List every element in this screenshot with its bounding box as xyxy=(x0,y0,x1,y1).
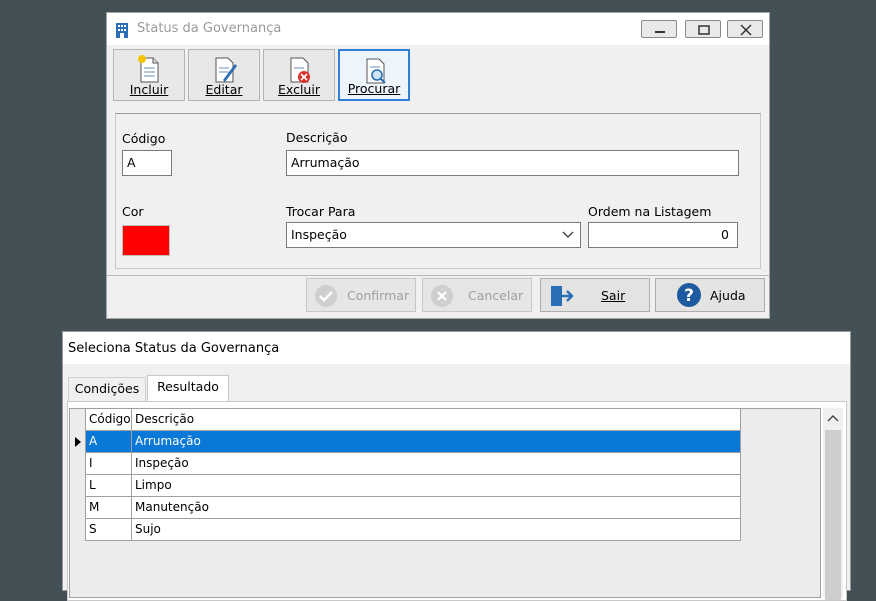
confirmar-label: Confirmar xyxy=(347,288,410,303)
help-icon: ? xyxy=(677,283,701,307)
cell-codigo[interactable]: L xyxy=(86,475,132,497)
cell-descricao[interactable]: Manutenção xyxy=(132,497,741,519)
row-indicator-header xyxy=(70,409,86,431)
maximize-button[interactable] xyxy=(685,20,721,38)
codigo-field[interactable]: A xyxy=(122,150,172,176)
edit-document-icon xyxy=(215,57,237,83)
select-window: Seleciona Status da Governança Condições… xyxy=(62,331,851,601)
window-title: Seleciona Status da Governança xyxy=(68,341,280,356)
descricao-field[interactable]: Arrumação xyxy=(286,150,739,176)
procurar-button[interactable]: Procurar xyxy=(338,49,410,101)
cell-codigo[interactable]: M xyxy=(86,497,132,519)
cell-descricao[interactable]: Inspeção xyxy=(132,453,741,475)
maximize-icon xyxy=(698,25,710,35)
tab-resultado[interactable]: Resultado xyxy=(147,375,229,402)
window-title: Status da Governança xyxy=(137,21,282,36)
cor-label: Cor xyxy=(122,204,144,219)
trocar-para-select[interactable]: Inspeção xyxy=(286,222,581,248)
check-circle-icon xyxy=(315,285,337,307)
divider xyxy=(107,275,769,276)
ajuda-button[interactable]: ? Ajuda xyxy=(655,278,765,312)
sair-label: Sair xyxy=(601,288,626,303)
ordem-label: Ordem na Listagem xyxy=(588,204,712,219)
chevron-down-icon xyxy=(562,231,574,238)
excluir-label: Excluir xyxy=(278,82,320,97)
cell-descricao[interactable]: Arrumação xyxy=(132,431,741,453)
building-icon xyxy=(116,23,128,38)
minimize-button[interactable] xyxy=(641,20,677,38)
current-row-arrow-icon xyxy=(75,437,81,447)
procurar-label: Procurar xyxy=(347,81,401,96)
title-bar[interactable]: Seleciona Status da Governança xyxy=(63,332,850,364)
cancelar-label: Cancelar xyxy=(468,288,524,303)
column-header-codigo[interactable]: Código xyxy=(86,409,132,431)
cell-codigo[interactable]: I xyxy=(86,453,132,475)
row-indicator xyxy=(70,519,86,541)
svg-text:?: ? xyxy=(684,286,694,306)
cell-descricao[interactable]: Limpo xyxy=(132,475,741,497)
sair-button[interactable]: Sair xyxy=(540,278,650,312)
cell-codigo[interactable]: S xyxy=(86,519,132,541)
new-document-icon xyxy=(138,55,159,83)
tab-condicoes[interactable]: Condições xyxy=(68,377,146,401)
ordem-field[interactable]: 0 xyxy=(588,222,738,248)
chevron-up-icon[interactable] xyxy=(827,414,839,422)
cancel-circle-icon xyxy=(431,285,453,307)
minimize-icon xyxy=(655,31,665,33)
exit-door-icon xyxy=(551,286,574,306)
editar-button[interactable]: Editar xyxy=(188,49,260,101)
row-indicator xyxy=(70,453,86,475)
confirmar-button[interactable]: Confirmar xyxy=(306,278,416,312)
scrollbar-thumb[interactable] xyxy=(825,430,841,600)
status-window: Status da Governança Incluir Editar Excl… xyxy=(106,12,770,319)
row-indicator xyxy=(70,431,86,453)
title-bar[interactable]: Status da Governança xyxy=(107,13,769,45)
trocar-para-value: Inspeção xyxy=(291,227,347,242)
cell-codigo[interactable]: A xyxy=(86,431,132,453)
ajuda-label: Ajuda xyxy=(710,288,746,303)
column-header-descricao[interactable]: Descrição xyxy=(132,409,741,431)
editar-label: Editar xyxy=(205,82,243,97)
results-grid: Código Descrição A Arrumação I Inspeção … xyxy=(69,408,821,598)
incluir-label: Incluir xyxy=(129,82,169,97)
descricao-label: Descrição xyxy=(286,130,348,145)
color-swatch[interactable] xyxy=(122,225,170,256)
excluir-button[interactable]: Excluir xyxy=(263,49,335,101)
cancelar-button[interactable]: Cancelar xyxy=(422,278,532,312)
cell-descricao[interactable]: Sujo xyxy=(132,519,741,541)
codigo-label: Código xyxy=(122,131,166,146)
close-icon xyxy=(740,24,752,36)
incluir-button[interactable]: Incluir xyxy=(113,49,185,101)
row-indicator xyxy=(70,475,86,497)
close-button[interactable] xyxy=(727,20,763,38)
trocar-para-label: Trocar Para xyxy=(286,204,356,219)
row-indicator xyxy=(70,497,86,519)
delete-document-icon xyxy=(290,57,310,83)
